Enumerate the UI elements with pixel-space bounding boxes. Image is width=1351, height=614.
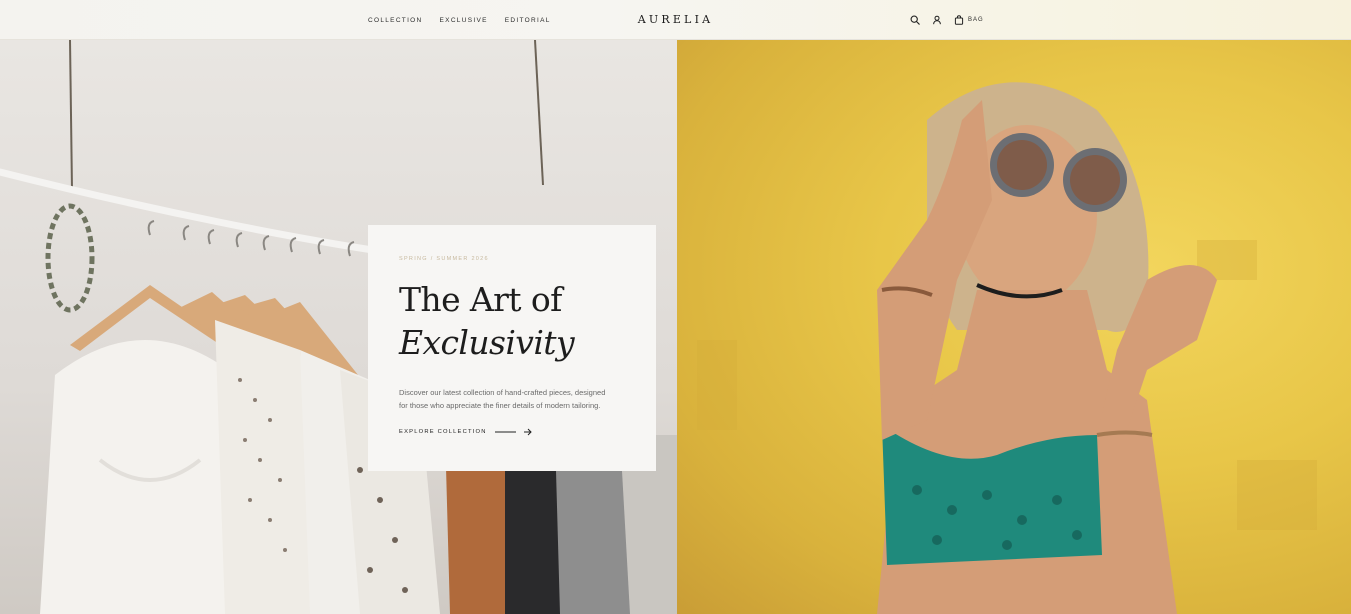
hero-eyebrow: SPRING / SUMMER 2026 [399,256,489,262]
brand-wrapper: AURELIA [0,0,1351,40]
cta-label: EXPLORE COLLECTION [399,429,487,435]
hero-image-woman-sunglasses [677,40,1351,614]
header-actions: BAG [910,0,984,40]
hero-headline-line1: The Art of [399,280,562,319]
hero-section: SPRING / SUMMER 2026 The Art of Exclusiv… [0,40,1351,614]
search-icon [910,15,920,25]
nav-link-exclusive[interactable]: EXCLUSIVE [440,17,488,24]
brand-logo[interactable]: AURELIA [638,13,714,26]
bag-button[interactable]: BAG [954,15,984,25]
user-icon [933,15,941,25]
explore-collection-link[interactable]: EXPLORE COLLECTION [399,428,533,436]
site-header: COLLECTION EXCLUSIVE EDITORIAL AURELIA B… [0,0,1351,40]
arrow-right-icon [494,428,532,436]
primary-nav: COLLECTION EXCLUSIVE EDITORIAL [368,0,551,40]
hero-headline: The Art of Exclusivity [399,278,625,364]
search-button[interactable] [910,15,920,25]
nav-link-collection[interactable]: COLLECTION [368,17,423,24]
nav-link-editorial[interactable]: EDITORIAL [505,17,551,24]
hero-description: Discover our latest collection of hand-c… [399,388,606,410]
woman-illustration [697,82,1317,614]
hero-card: SPRING / SUMMER 2026 The Art of Exclusiv… [368,225,656,471]
hero-headline-line2: Exclusivity [399,323,575,362]
bag-label: BAG [968,17,984,23]
account-button[interactable] [932,15,942,25]
page: COLLECTION EXCLUSIVE EDITORIAL AURELIA B… [0,0,1351,614]
bag-icon [954,15,964,25]
